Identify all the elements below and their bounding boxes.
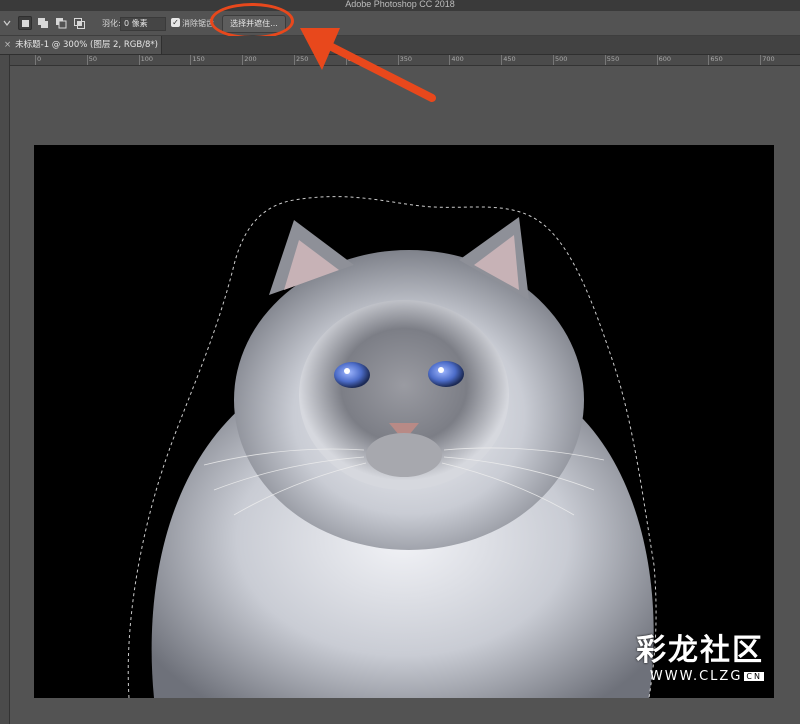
feather-label: 羽化:: [102, 18, 121, 28]
new-selection-icon[interactable]: [18, 16, 32, 30]
cat-image: [127, 196, 657, 698]
tab-close-icon[interactable]: ×: [4, 40, 11, 50]
ruler-tick: [553, 55, 554, 65]
antialias-label: 消除锯齿: [182, 18, 214, 28]
ruler-label: 550: [606, 55, 620, 63]
ruler-label: 650: [710, 55, 723, 63]
options-bar: 羽化: 0 像素 ✓ 消除锯齿 选择并遮住...: [0, 11, 800, 36]
ruler-tick: [86, 55, 88, 65]
ruler-tick: [294, 55, 295, 65]
watermark-url: WWW.CLZG CN: [649, 669, 764, 684]
intersect-selection-icon[interactable]: [72, 16, 86, 30]
ruler-tick: [449, 55, 451, 65]
ruler-label: 400: [451, 55, 464, 63]
ruler-tick: [501, 55, 503, 65]
ruler-label: 50: [88, 55, 98, 63]
ruler-label: 600: [658, 55, 672, 63]
ruler-label: 0: [37, 55, 42, 63]
antialias-checkbox[interactable]: ✓: [171, 18, 180, 27]
watermark: 彩龙社区 WWW.CLZG CN: [636, 625, 764, 684]
ruler-tick: [138, 55, 140, 65]
app-title: Adobe Photoshop CC 2018: [345, 0, 455, 9]
ruler-tick: [345, 55, 347, 65]
canvas[interactable]: 彩龙社区 WWW.CLZG CN: [34, 145, 774, 698]
ruler-tick: [604, 55, 606, 65]
horizontal-ruler: 0 50 100 150 200 250 300 350 400 450 500 550 600 650 7…: [9, 55, 800, 66]
ruler-tick: [708, 55, 710, 65]
ruler-label: 100: [140, 55, 154, 63]
ruler-label: 450: [503, 55, 516, 63]
subtract-from-selection-icon[interactable]: [54, 16, 68, 30]
ruler-label: 250: [296, 55, 309, 63]
ruler-tick: [242, 55, 244, 65]
ruler-label: 150: [192, 55, 205, 63]
vertical-ruler: [0, 55, 10, 724]
tool-dropdown-icon[interactable]: [0, 16, 14, 30]
ruler-label: 200: [244, 55, 257, 63]
ruler-tick: [190, 55, 192, 65]
document-tab-bar: ×未标题-1 @ 300% (图层 2, RGB/8*) *: [0, 36, 800, 68]
ruler-label: 300: [347, 55, 361, 63]
add-to-selection-icon[interactable]: [36, 16, 50, 30]
ruler-tick: [760, 55, 762, 65]
ruler-tick: [656, 55, 658, 65]
watermark-chinese: 彩龙社区: [636, 633, 764, 668]
ruler-label: 700: [762, 55, 775, 63]
document-tab[interactable]: ×未标题-1 @ 300% (图层 2, RGB/8*) *: [0, 36, 162, 68]
ruler-label: 350: [399, 55, 413, 63]
ruler-label: 500: [555, 55, 568, 63]
ruler-tick: [397, 55, 399, 65]
ruler-tick: [35, 55, 36, 65]
feather-input[interactable]: 0 像素: [120, 17, 166, 31]
annotation-ring: [210, 3, 294, 39]
